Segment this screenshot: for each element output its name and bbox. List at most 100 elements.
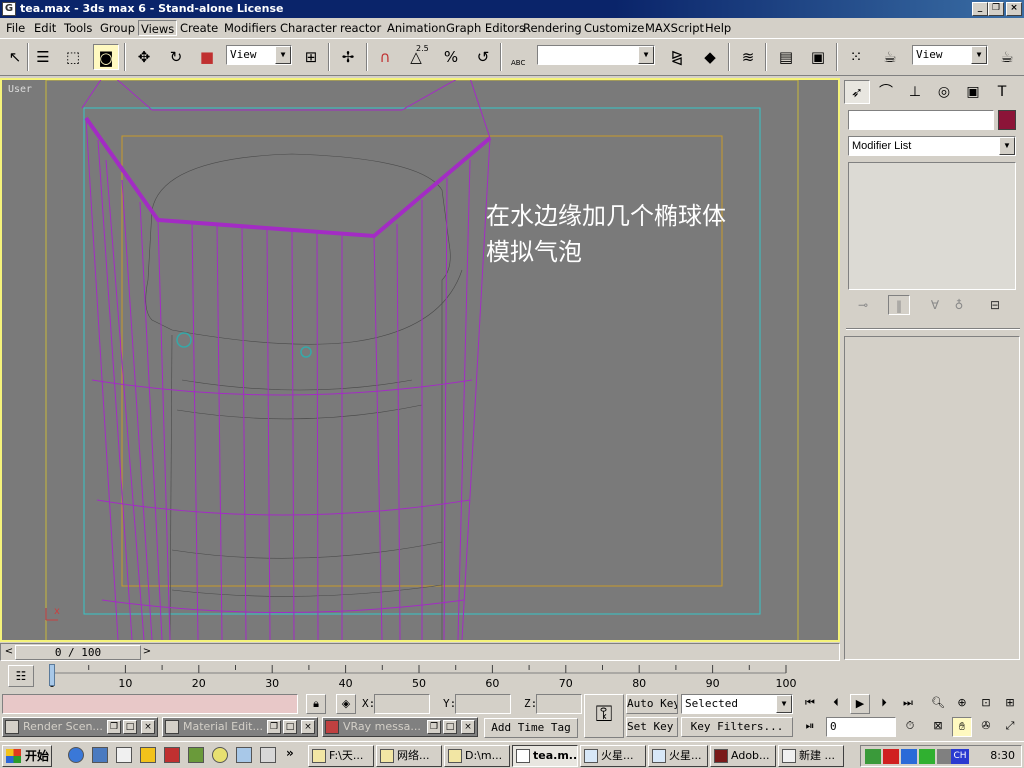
menu-help[interactable]: Help (703, 20, 733, 36)
zoom-extents-icon[interactable]: ⊡ (976, 694, 996, 714)
arc-rotate-icon[interactable]: ✇ (976, 717, 996, 737)
minimize-button[interactable]: _ (972, 2, 988, 16)
menu-character[interactable]: Character (278, 20, 339, 36)
bubble-ellipsoid[interactable] (176, 332, 192, 348)
selection-filter-dropdown[interactable]: Selected ▼ (681, 694, 793, 714)
close-button[interactable]: × (1006, 2, 1022, 16)
absolute-mode-icon[interactable]: ◈ (336, 694, 356, 714)
ie-icon[interactable] (68, 747, 84, 763)
menu-create[interactable]: Create (178, 20, 220, 36)
restore-icon[interactable]: ❐ (107, 720, 121, 734)
named-selection-dropdown[interactable]: ▼ (537, 45, 655, 65)
rotate-icon[interactable]: ↻ (163, 44, 189, 70)
quick-launch-icon[interactable] (164, 747, 180, 763)
viewport-label[interactable]: User (8, 84, 32, 95)
spinner-snap-icon[interactable]: ↺ (470, 44, 496, 70)
input-language-indicator[interactable]: CH (951, 749, 969, 764)
set-key-mode-button[interactable]: Set Key (626, 717, 678, 737)
motion-tab-icon[interactable]: ◎ (931, 80, 957, 104)
bubble-ellipsoid[interactable] (300, 346, 312, 358)
pivot-center-icon[interactable]: ⊞ (298, 44, 324, 70)
maximize-icon[interactable]: □ (123, 720, 137, 734)
task-folder-f[interactable]: F:\天... (308, 745, 374, 767)
remove-modifier-icon[interactable]: ♁ (948, 295, 970, 315)
x-coordinate-field[interactable] (374, 694, 430, 714)
quick-launch-icon[interactable] (260, 747, 276, 763)
media-player-icon[interactable] (212, 747, 228, 763)
go-to-end-icon[interactable]: ⏭ (898, 694, 918, 714)
task-mars-1[interactable]: 火星... (580, 745, 646, 767)
maximize-viewport-icon[interactable]: ⤢ (1000, 717, 1020, 737)
select-by-name-icon[interactable]: ☰ (30, 44, 56, 70)
pan-hand-icon[interactable]: ✋︎ (952, 717, 972, 737)
make-unique-icon[interactable]: ∀ (924, 295, 946, 315)
quick-launch-icon[interactable] (140, 747, 156, 763)
field-of-view-icon[interactable]: ⊠ (928, 717, 948, 737)
task-network[interactable]: 网络... (376, 745, 442, 767)
align-icon[interactable]: ◆ (697, 44, 723, 70)
select-and-manipulate-icon[interactable]: ✢ (335, 44, 361, 70)
key-filters-button[interactable]: Key Filters... (681, 717, 793, 737)
track-bar[interactable]: ☷ 0102030405060708090100 (0, 661, 840, 691)
menu-reactor[interactable]: reactor (338, 20, 383, 36)
show-end-result-icon[interactable]: ‖ (888, 295, 910, 315)
close-icon[interactable]: × (461, 720, 475, 734)
previous-frame-icon[interactable]: ⏴ (826, 694, 846, 714)
time-slider[interactable]: < 0 / 100 > (0, 643, 840, 661)
current-frame-marker[interactable] (49, 664, 55, 686)
close-icon[interactable]: × (301, 720, 315, 734)
edit-named-selection-icon[interactable]: ABC (507, 44, 533, 70)
minimized-render-scene[interactable]: Render Scen... ❐ □ × (2, 717, 158, 737)
menu-maxscript[interactable]: MAXScript (643, 20, 706, 36)
lock-selection-icon[interactable]: 🔒︎ (306, 694, 326, 714)
go-to-start-icon[interactable]: ⏮ (800, 694, 820, 714)
quick-render-teapot-icon[interactable]: ☕ (994, 44, 1020, 70)
minimized-vray-messages[interactable]: VRay messa... ❐ □ × (322, 717, 478, 737)
tray-antivirus-icon[interactable] (883, 749, 899, 764)
menu-edit[interactable]: Edit (32, 20, 58, 36)
menu-views[interactable]: Views (138, 20, 178, 36)
auto-key-button[interactable]: Auto Key (626, 694, 678, 714)
task-folder-d[interactable]: D:\m... (444, 745, 510, 767)
quick-launch-icon[interactable] (236, 747, 252, 763)
menu-rendering[interactable]: Rendering (521, 20, 584, 36)
reference-coordinate-dropdown[interactable]: View ▼ (226, 45, 292, 65)
add-time-tag-button[interactable]: Add Time Tag (484, 718, 578, 738)
tray-network-icon[interactable] (865, 749, 881, 764)
chevron-right-icon[interactable]: » (286, 746, 294, 760)
task-adobe[interactable]: Adob... (710, 745, 776, 767)
tray-arrow-icon[interactable] (919, 749, 935, 764)
render-view-dropdown[interactable]: View ▼ (912, 45, 988, 65)
maximize-icon[interactable]: □ (443, 720, 457, 734)
show-desktop-icon[interactable] (92, 747, 108, 763)
maximize-icon[interactable]: □ (283, 720, 297, 734)
zoom-icon[interactable]: 🔍︎ (928, 694, 948, 714)
modifier-list-dropdown[interactable]: Modifier List ▼ (848, 136, 1016, 156)
task-tea-max[interactable]: tea.m... (512, 745, 578, 767)
next-frame-button[interactable]: > (141, 645, 153, 660)
task-mars-2[interactable]: 火星... (648, 745, 708, 767)
close-icon[interactable]: × (141, 720, 155, 734)
max-app-icon[interactable]: G (2, 2, 16, 16)
select-arrow-icon[interactable]: ↖ (2, 44, 28, 70)
key-mode-toggle-icon[interactable]: ⏯ (800, 717, 820, 737)
restore-icon[interactable]: ❐ (267, 720, 281, 734)
time-configuration-icon[interactable]: ⏱ (900, 717, 920, 737)
next-frame-icon[interactable]: ⏵ (874, 694, 894, 714)
utilities-tab-icon[interactable]: T (989, 80, 1015, 104)
display-tab-icon[interactable]: ▣ (960, 80, 986, 104)
current-frame-field[interactable]: 0 (826, 717, 896, 737)
modify-tab-icon[interactable]: ⌒ (873, 80, 899, 104)
menu-group[interactable]: Group (98, 20, 137, 36)
window-crossing-icon[interactable]: ◙ (93, 44, 119, 70)
menu-customize[interactable]: Customize (582, 20, 646, 36)
menu-graph-editors[interactable]: Graph Editors (444, 20, 527, 36)
mirror-icon[interactable]: ⧎ (664, 44, 690, 70)
modifier-stack[interactable] (848, 162, 1016, 290)
schematic-view-icon[interactable]: ▣ (805, 44, 831, 70)
move-icon[interactable]: ✥ (131, 44, 157, 70)
snap-toggle-icon[interactable]: ∩ (372, 44, 398, 70)
start-button[interactable]: 开始 (2, 745, 52, 767)
maxscript-listener-field[interactable] (2, 694, 298, 714)
notepad-icon[interactable] (116, 747, 132, 763)
